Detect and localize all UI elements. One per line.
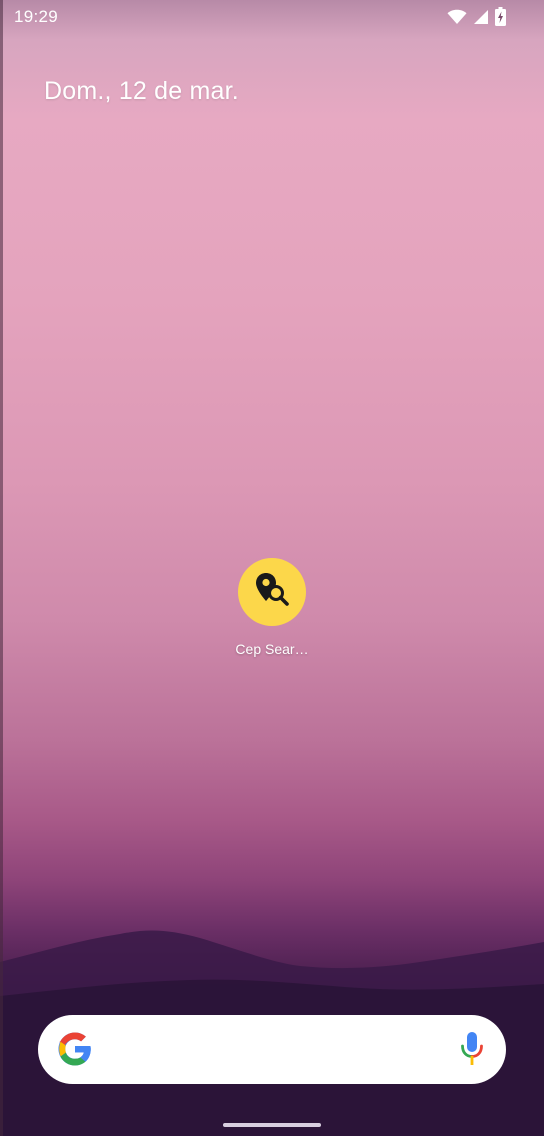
app-icon-cep-search[interactable]: Cep Sear… bbox=[232, 558, 312, 657]
status-bar: 19:29 bbox=[0, 0, 544, 34]
date-widget[interactable]: Dom., 12 de mar. bbox=[44, 77, 239, 106]
app-icon-circle[interactable] bbox=[238, 558, 306, 626]
status-icons bbox=[447, 7, 506, 31]
google-search-bar[interactable] bbox=[38, 1015, 506, 1084]
screen-edge bbox=[0, 0, 3, 1136]
wifi-icon bbox=[447, 9, 467, 30]
app-label: Cep Sear… bbox=[235, 641, 309, 657]
map-pin-search-icon bbox=[251, 569, 293, 616]
cell-signal-icon bbox=[473, 9, 489, 30]
battery-charging-icon bbox=[495, 7, 506, 31]
mic-icon[interactable] bbox=[460, 1031, 484, 1072]
status-time: 19:29 bbox=[14, 7, 59, 26]
google-g-icon[interactable] bbox=[57, 1031, 93, 1072]
gesture-nav-handle[interactable] bbox=[223, 1123, 321, 1127]
